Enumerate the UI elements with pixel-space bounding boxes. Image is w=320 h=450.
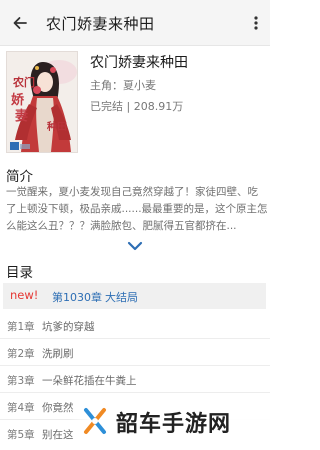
divider: [0, 392, 270, 393]
divider: [0, 365, 270, 366]
divider: [0, 338, 270, 339]
chapter-name: 别在这: [42, 429, 74, 441]
book-status-and-wordcount: 已完结 | 208.91万: [90, 100, 184, 113]
book-author: 主角：夏小麦: [90, 79, 156, 92]
chapter-number: 第1章: [7, 321, 35, 333]
chapter-name: 你竟然: [42, 402, 74, 414]
more-options-button[interactable]: [244, 9, 268, 37]
chapter-name: 坑爹的穿越: [42, 321, 95, 333]
app-bar: 农门娇妻来种田: [0, 0, 270, 46]
expand-intro-button[interactable]: [124, 238, 146, 254]
back-button[interactable]: [6, 9, 34, 37]
chapter-number: 第2章: [7, 348, 35, 360]
new-badge: new!: [10, 288, 39, 302]
svg-text:农门: 农门: [12, 75, 35, 89]
latest-chapter-number: 第1030章: [52, 291, 102, 304]
svg-text:种田: 种田: [46, 120, 67, 133]
chapter-number: 第4章: [7, 402, 35, 414]
chapter-item[interactable]: 第2章 洗刷刷: [0, 340, 270, 366]
more-vertical-icon: [254, 16, 258, 30]
chapter-name: 洗刷刷: [42, 348, 74, 360]
book-cover[interactable]: 农门 娇 妻 种田: [6, 51, 78, 153]
chevron-down-icon: [127, 241, 143, 251]
intro-heading: 简介: [6, 169, 33, 185]
toc-heading: 目录: [6, 265, 33, 281]
page-title: 农门娇妻来种田: [46, 15, 155, 33]
chapter-number: 第3章: [7, 375, 35, 387]
latest-chapter-name: 大结局: [105, 291, 138, 304]
book-cover-illustration: 农门 娇 妻 种田: [7, 52, 77, 152]
chapter-number: 第5章: [7, 429, 35, 441]
chapter-item[interactable]: 第3章 一朵鲜花插在牛粪上: [0, 367, 270, 393]
svg-text:娇: 娇: [11, 92, 25, 108]
watermark-text: 韶车手游网: [116, 412, 232, 437]
arrow-left-icon: [13, 17, 27, 29]
latest-chapter-row[interactable]: new! 第1030章 大结局: [3, 283, 266, 309]
chapter-name: 一朵鲜花插在牛粪上: [42, 375, 137, 387]
chapter-item[interactable]: 第1章 坑爹的穿越: [0, 313, 270, 339]
watermark-logo-icon: [84, 408, 106, 434]
svg-text:妻: 妻: [15, 108, 28, 124]
intro-text: 一觉醒来，夏小麦发现自己竟然穿越了！家徒四壁、吃了上顿没下顿，极品亲戚.....…: [6, 186, 268, 232]
book-title: 农门娇妻来种田: [90, 55, 188, 71]
watermark: 韶车手游网: [70, 396, 270, 450]
